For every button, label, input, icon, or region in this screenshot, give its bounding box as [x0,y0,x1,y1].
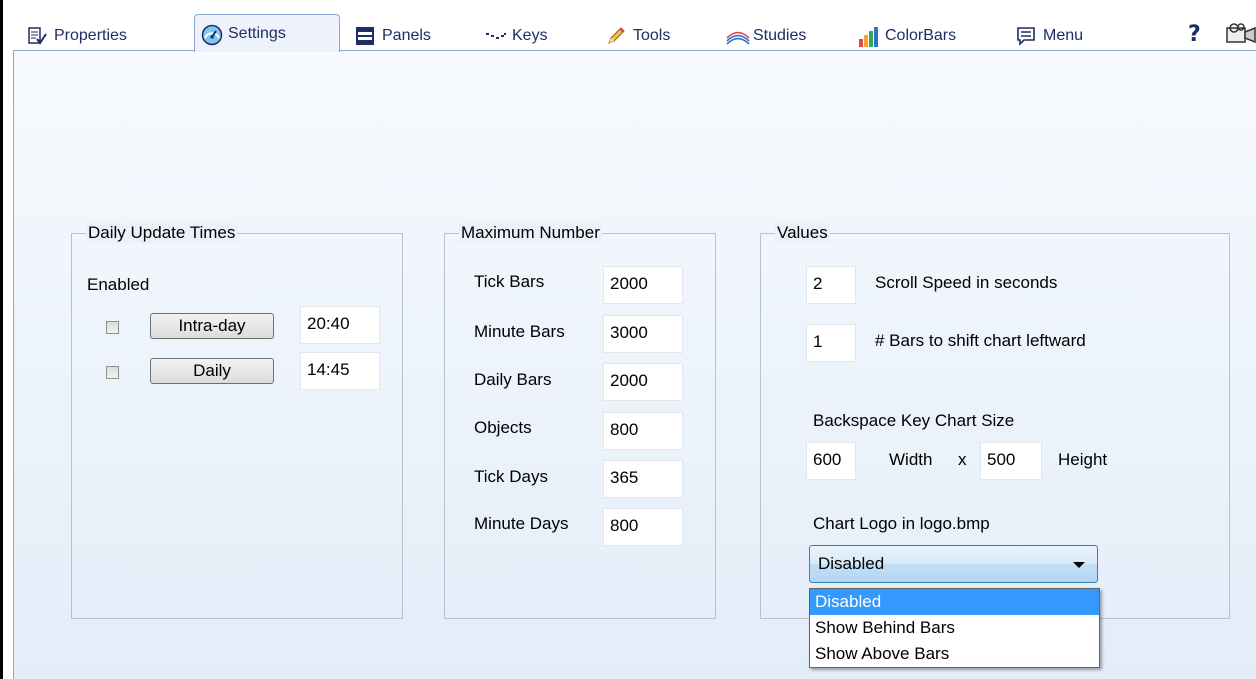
minute-bars-label: Minute Bars [474,322,565,341]
tab-properties[interactable]: Properties [27,26,127,46]
daily-button[interactable]: Daily [150,358,274,384]
tab-label: Tools [633,27,671,44]
chevron-down-icon[interactable] [1073,562,1085,568]
tab-tools[interactable]: Tools [606,26,670,46]
chart-logo-select[interactable]: Disabled [809,545,1098,583]
width-label: Width [889,450,933,469]
tick-bars-label: Tick Bars [474,272,545,291]
tab-label: Keys [512,27,548,44]
tab-keys[interactable]: Keys [485,26,548,46]
tab-label: Studies [753,27,807,44]
backspace-size-label: Backspace Key Chart Size [813,411,1015,430]
objects-field[interactable]: 800 [603,412,683,450]
keys-icon [485,26,506,46]
tab-menu[interactable]: Menu [1016,26,1083,46]
minute-days-field[interactable]: 800 [603,508,683,546]
pencil-icon [606,26,626,46]
bars-shift-field[interactable]: 1 [806,324,856,362]
tab-strip: Properties Settings Panels Keys Tools St… [3,0,1256,52]
chart-logo-selected: Disabled [818,554,885,573]
daily-bars-field[interactable]: 2000 [603,363,683,401]
scroll-speed-field[interactable]: 2 [806,266,856,304]
tab-label: Menu [1043,27,1084,44]
tab-label: Settings [228,24,286,42]
tick-bars-field[interactable]: 2000 [603,266,683,304]
minute-days-label: Minute Days [474,514,569,533]
tab-colorbars[interactable]: ColorBars [858,26,957,47]
bars-shift-label: # Bars to shift chart leftward [875,331,1086,350]
height-label: Height [1058,450,1108,469]
daily-time-field[interactable]: 14:45 [300,352,380,390]
group-title: Maximum Number [459,223,602,243]
tick-days-label: Tick Days [474,467,548,486]
panels-icon [355,26,375,46]
option-show-above-bars[interactable]: Show Above Bars [810,641,1099,667]
intraday-checkbox[interactable] [106,321,119,334]
tab-label: ColorBars [885,27,957,44]
width-field[interactable]: 600 [806,442,856,480]
window-left-border [0,0,3,679]
chart-logo-label: Chart Logo in logo.bmp [813,514,990,533]
properties-icon [27,26,47,46]
option-show-behind-bars[interactable]: Show Behind Bars [810,615,1099,641]
group-title: Daily Update Times [86,223,238,243]
tab-panels[interactable]: Panels [355,26,431,46]
objects-label: Objects [474,418,532,437]
menu-icon [1016,26,1036,46]
tab-label: Properties [54,27,127,44]
intraday-button[interactable]: Intra-day [150,313,274,339]
chart-logo-options: Disabled Show Behind Bars Show Above Bar… [809,588,1100,668]
minute-bars-field[interactable]: 3000 [603,315,683,353]
enabled-label: Enabled [87,275,150,294]
camera-icon[interactable] [1223,22,1256,50]
colorbars-icon [858,26,878,47]
tick-days-field[interactable]: 365 [603,460,683,498]
daily-bars-label: Daily Bars [474,370,552,389]
times-label: x [958,450,967,469]
intraday-time-field[interactable]: 20:40 [300,306,380,344]
group-title: Values [775,223,830,243]
tab-label: Panels [382,27,431,44]
gauge-icon [201,24,223,45]
option-disabled[interactable]: Disabled [810,589,1099,615]
studies-icon [726,26,750,46]
help-icon[interactable]: ? [1188,22,1201,47]
tab-settings[interactable]: Settings [194,14,340,52]
daily-checkbox[interactable] [106,366,119,379]
scroll-speed-label: Scroll Speed in seconds [875,273,1058,292]
height-field[interactable]: 500 [980,442,1042,480]
tab-studies[interactable]: Studies [726,26,806,46]
